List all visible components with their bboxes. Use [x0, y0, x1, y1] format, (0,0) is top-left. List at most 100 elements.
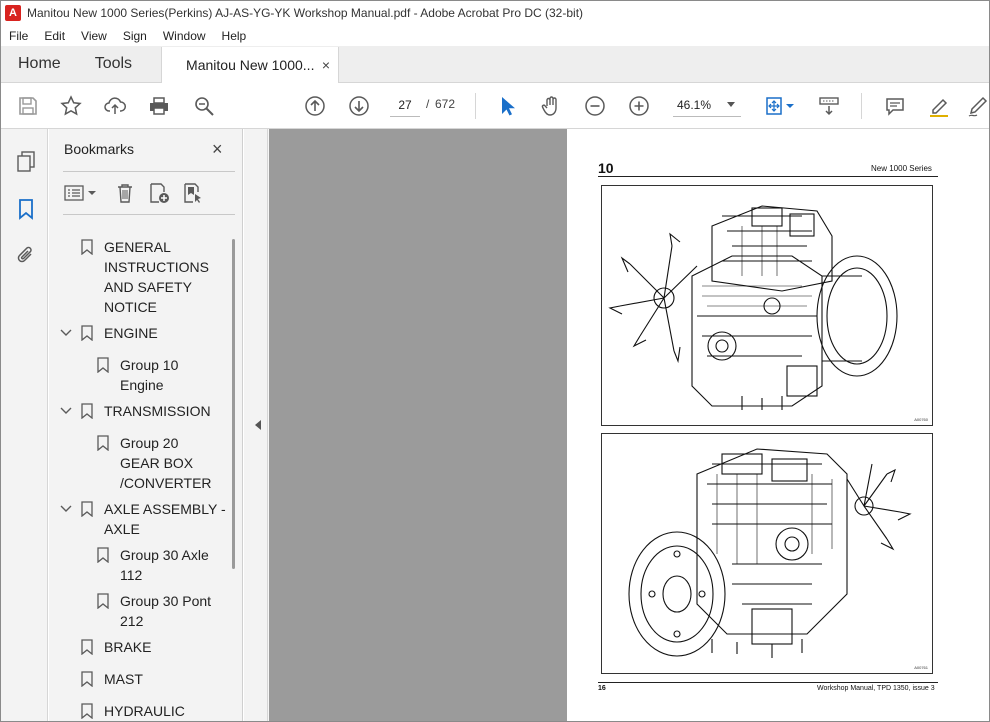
engine-drawing-front [608, 205, 898, 410]
tab-bar: Home Tools Manitou New 1000... × [1, 46, 989, 83]
navigation-rail [1, 129, 48, 721]
toolbar-divider [475, 93, 476, 119]
acrobat-window: A Manitou New 1000 Series(Perkins) AJ-AS… [0, 0, 990, 722]
tab-document[interactable]: Manitou New 1000... × [161, 47, 340, 83]
find-bookmark-icon[interactable] [181, 181, 205, 205]
bookmark-ribbon-icon [97, 435, 109, 451]
highlight-pen-icon[interactable] [927, 94, 951, 118]
engine-figure-front: A00760 [601, 185, 933, 426]
attachments-paperclip-icon[interactable] [14, 243, 38, 267]
bookmark-label: Group 10 Engine [120, 357, 179, 393]
collapse-panel-icon[interactable] [255, 420, 261, 430]
bookmark-ribbon-icon [97, 593, 109, 609]
bookmarks-toolbar [63, 179, 233, 209]
bookmark-label: HYDRAULIC [104, 703, 185, 719]
page-separator: / [426, 97, 430, 111]
chevron-down-icon [727, 102, 735, 107]
zoom-search-icon[interactable] [192, 94, 216, 118]
bookmark-label: AXLE ASSEMBLY - AXLE [104, 501, 226, 537]
engine-figure-rear: A00761 [601, 433, 933, 674]
bookmark-ribbon-icon [97, 547, 109, 563]
bookmark-star-icon[interactable] [59, 94, 83, 118]
delete-bookmark-icon[interactable] [113, 181, 137, 205]
draw-signature-icon[interactable] [967, 94, 989, 118]
bookmark-label: Group 30 Pont 212 [120, 593, 212, 629]
zoom-out-icon[interactable] [583, 94, 607, 118]
new-bookmark-icon[interactable] [147, 181, 171, 205]
zoom-level-select[interactable]: 46.1% [673, 93, 741, 117]
menu-bar: File Edit View Sign Window Help [1, 25, 989, 46]
figure-code: A00760 [914, 417, 928, 422]
section-number: 10 [598, 160, 614, 176]
tab-home[interactable]: Home [1, 46, 78, 82]
bookmarks-panel-icon[interactable] [14, 197, 38, 221]
scroll-mode-icon[interactable] [817, 94, 841, 118]
footer-rule [598, 682, 938, 683]
zoom-level-value: 46.1% [677, 97, 712, 112]
bookmark-ribbon-icon [81, 703, 93, 719]
upload-cloud-icon[interactable] [103, 94, 127, 118]
bookmark-ribbon-icon [81, 325, 93, 341]
chevron-down-icon[interactable] [60, 503, 72, 515]
bookmark-label: BRAKE [104, 639, 152, 655]
workspace-background [269, 129, 567, 721]
bookmark-ribbon-icon [81, 239, 93, 255]
main-toolbar: 27 / 672 46.1% [1, 83, 989, 129]
divider [63, 171, 235, 172]
figure-code: A00761 [914, 665, 928, 670]
bookmark-ribbon-icon [81, 639, 93, 655]
page-number-input[interactable]: 27 [390, 93, 420, 117]
bookmark-ribbon-icon [81, 671, 93, 687]
tab-tools[interactable]: Tools [78, 46, 149, 82]
bookmarks-panel: Bookmarks × GENERAL INSTRUCTIONS AND SAF… [49, 129, 243, 721]
panel-splitter[interactable] [244, 129, 268, 721]
chevron-down-icon[interactable] [60, 405, 72, 417]
footer-page-number: 16 [598, 685, 606, 692]
menu-edit[interactable]: Edit [36, 29, 73, 43]
series-header: New 1000 Series [871, 164, 932, 173]
engine-drawing-rear [628, 448, 912, 658]
bookmark-label: MAST [104, 671, 143, 687]
bookmark-label: ENGINE [104, 325, 158, 341]
bookmark-label: Group 30 Axle 112 [120, 547, 209, 583]
menu-file[interactable]: File [1, 29, 36, 43]
bookmark-label: Group 20 GEAR BOX /CONVERTER [120, 435, 212, 491]
tab-document-label: Manitou New 1000... [186, 57, 315, 73]
pdf-page[interactable]: 10 New 1000 Series A00760 A00761 16 Work… [567, 129, 989, 721]
menu-view[interactable]: View [73, 29, 115, 43]
comment-icon[interactable] [883, 94, 907, 118]
options-menu-icon[interactable] [63, 181, 99, 205]
hand-tool-icon[interactable] [539, 94, 563, 118]
menu-window[interactable]: Window [155, 29, 214, 43]
page-total: 672 [435, 97, 456, 111]
footer-manual-reference: Workshop Manual, TPD 1350, issue 3 [817, 685, 935, 692]
fit-options-chevron-icon[interactable] [785, 94, 795, 118]
bookmarks-scrollbar[interactable] [232, 239, 235, 569]
bookmark-label: GENERAL INSTRUCTIONS AND SAFETY NOTICE [104, 239, 209, 315]
previous-page-icon[interactable] [303, 94, 327, 118]
bookmark-ribbon-icon [97, 357, 109, 373]
next-page-icon[interactable] [347, 94, 371, 118]
bookmark-ribbon-icon [81, 403, 93, 419]
menu-help[interactable]: Help [214, 29, 255, 43]
save-icon[interactable] [16, 94, 40, 118]
toolbar-divider [861, 93, 862, 119]
title-bar: A Manitou New 1000 Series(Perkins) AJ-AS… [1, 1, 989, 25]
bookmark-label: TRANSMISSION [104, 403, 211, 419]
select-cursor-icon[interactable] [495, 94, 519, 118]
menu-sign[interactable]: Sign [115, 29, 155, 43]
zoom-in-icon[interactable] [627, 94, 651, 118]
acrobat-icon: A [5, 5, 21, 21]
print-icon[interactable] [147, 94, 171, 118]
bookmark-tree: GENERAL INSTRUCTIONS AND SAFETY NOTICE E… [49, 225, 229, 721]
close-panel-icon[interactable]: × [212, 139, 223, 160]
page-thumbnails-icon[interactable] [14, 149, 38, 173]
header-rule [598, 176, 938, 177]
bookmarks-title: Bookmarks [64, 141, 135, 157]
bookmark-ribbon-icon [81, 501, 93, 517]
chevron-down-icon[interactable] [60, 327, 72, 339]
window-title: Manitou New 1000 Series(Perkins) AJ-AS-Y… [27, 6, 584, 20]
close-tab-icon[interactable]: × [322, 57, 330, 73]
fit-page-icon[interactable] [762, 94, 786, 118]
divider [63, 214, 235, 215]
